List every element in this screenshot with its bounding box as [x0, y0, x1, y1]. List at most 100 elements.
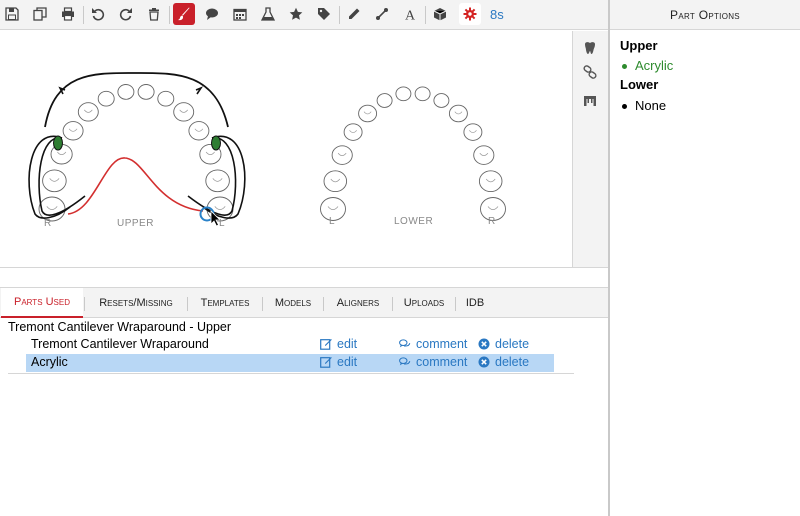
flask-icon[interactable]	[257, 3, 279, 25]
appliance-outline	[44, 72, 229, 128]
edit-label: edit	[337, 337, 358, 351]
edit-icon	[320, 357, 332, 368]
comment-link[interactable]: comment	[399, 337, 467, 351]
lower-label: LOWER	[394, 216, 434, 227]
lower-tooth[interactable]	[448, 104, 468, 123]
brush-icon[interactable]	[173, 3, 195, 25]
tab-models[interactable]: Models	[264, 288, 322, 318]
lower-tooth[interactable]	[414, 86, 431, 102]
toolbar: A 8s	[0, 0, 608, 30]
tab-templates[interactable]: Templates	[189, 288, 261, 318]
wrench-icon[interactable]	[371, 3, 393, 25]
comment-label: comment	[416, 337, 468, 351]
lower-tooth[interactable]	[323, 170, 348, 193]
tab-uploads[interactable]: Uploads	[394, 288, 454, 318]
link-icon[interactable]	[580, 62, 600, 82]
lower-tooth[interactable]	[463, 123, 483, 141]
tab-parts-used[interactable]: Parts Used	[1, 288, 83, 318]
dental-chart-canvas[interactable]	[0, 31, 572, 267]
upper-option-label: Acrylic	[635, 58, 674, 73]
toolbar-separator	[425, 6, 426, 24]
upper-tooth[interactable]	[117, 84, 135, 100]
toolbar-separator	[83, 6, 84, 24]
print-icon[interactable]	[57, 3, 79, 25]
tag-icon[interactable]	[313, 3, 335, 25]
delete-link[interactable]: delete	[478, 355, 529, 369]
upper-tooth[interactable]	[137, 84, 155, 100]
hook-right	[195, 86, 204, 95]
upper-label: UPPER	[117, 218, 154, 229]
tooth-icon[interactable]	[580, 38, 600, 58]
tab-separator	[323, 297, 324, 311]
lower-tooth[interactable]	[358, 104, 378, 123]
redo-icon[interactable]	[115, 3, 137, 25]
lower-tooth[interactable]	[395, 86, 412, 102]
upper-tooth[interactable]	[62, 121, 84, 141]
delete-link[interactable]: delete	[478, 337, 529, 351]
chart-side-tools	[572, 31, 608, 267]
upper-tooth[interactable]	[42, 169, 67, 193]
lower-option-label: None	[635, 98, 667, 113]
tab-idb[interactable]: IDB	[457, 288, 493, 318]
text-icon[interactable]: A	[399, 3, 421, 25]
part-name: Tremont Cantilever Wraparound	[31, 337, 209, 351]
upper-left-marker: L	[219, 218, 226, 229]
tab-aligners[interactable]: Aligners	[325, 288, 391, 318]
lower-tooth[interactable]	[478, 170, 503, 193]
upper-tooth[interactable]	[205, 169, 230, 193]
dental-chart[interactable]: R UPPER L L LOWER R	[0, 31, 572, 267]
tab-bar: Parts Used Resets/Missing Templates Mode…	[0, 287, 608, 318]
part-row-selected[interactable]: Acrylic edit comment delete	[26, 354, 554, 372]
bullet-icon	[622, 64, 627, 70]
band-right	[211, 135, 221, 151]
edit-link[interactable]: edit	[320, 337, 357, 351]
upper-tooth[interactable]	[77, 102, 99, 122]
lower-option-item[interactable]: None	[622, 98, 666, 113]
undo-icon[interactable]	[87, 3, 109, 25]
lower-tooth[interactable]	[473, 145, 495, 165]
part-group-title: Tremont Cantilever Wraparound - Upper	[8, 320, 232, 334]
pencil-icon[interactable]	[343, 3, 365, 25]
lower-tooth[interactable]	[343, 123, 363, 141]
tab-separator	[392, 297, 393, 311]
lower-tooth[interactable]	[433, 93, 450, 108]
delete-label: delete	[495, 337, 530, 351]
copy-icon[interactable]	[29, 3, 51, 25]
part-options-panel: Part Options Upper Acrylic Lower None	[608, 0, 800, 516]
chart-divider	[0, 267, 608, 287]
tab-separator	[262, 297, 263, 311]
lower-tooth[interactable]	[331, 145, 353, 165]
toolbar-separator	[169, 6, 170, 24]
upper-option-item[interactable]: Acrylic	[622, 58, 673, 73]
arch-icon[interactable]	[580, 91, 600, 111]
gear-icon[interactable]	[459, 3, 481, 25]
comment-link[interactable]: comment	[399, 355, 467, 369]
timer-text: 8s	[490, 7, 504, 22]
upper-heading: Upper	[620, 38, 658, 53]
delete-label: delete	[495, 355, 530, 369]
comment-label: comment	[416, 355, 468, 369]
tab-resets-missing[interactable]: Resets/Missing	[86, 288, 186, 318]
lower-tooth[interactable]	[376, 93, 393, 108]
part-row[interactable]: Tremont Cantilever Wraparound edit comme…	[26, 336, 554, 354]
star-icon[interactable]	[285, 3, 307, 25]
cube-icon[interactable]	[429, 3, 451, 25]
calendar-icon[interactable]	[229, 3, 251, 25]
upper-arch	[38, 84, 234, 222]
panel-title: Part Options	[610, 0, 800, 30]
delete-circle-icon	[478, 356, 490, 368]
comments-icon	[399, 357, 411, 366]
bullet-icon	[622, 104, 627, 110]
edit-link[interactable]: edit	[320, 355, 357, 369]
comment-icon[interactable]	[201, 3, 223, 25]
svg-text:A: A	[405, 9, 416, 22]
lower-right-marker: R	[488, 216, 496, 227]
upper-tooth[interactable]	[173, 102, 195, 122]
upper-tooth[interactable]	[97, 90, 115, 107]
lower-arch	[320, 86, 506, 221]
tab-separator	[187, 297, 188, 311]
upper-tooth[interactable]	[157, 90, 175, 107]
trash-icon[interactable]	[143, 3, 165, 25]
upper-tooth[interactable]	[188, 121, 210, 141]
save-icon[interactable]	[1, 3, 23, 25]
